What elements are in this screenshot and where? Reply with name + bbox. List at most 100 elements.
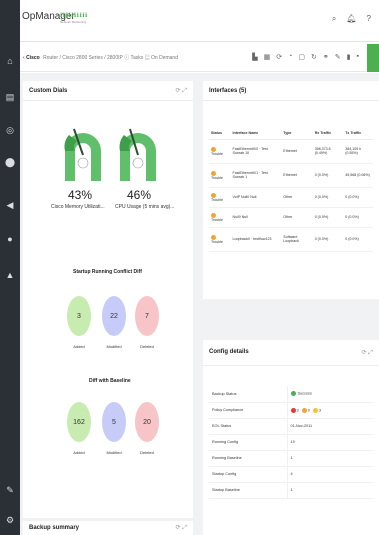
config-icon[interactable]: ▢ [298, 53, 305, 61]
home-icon[interactable]: ⌂ [5, 56, 15, 66]
tag-icon[interactable]: ◀ [5, 200, 15, 210]
bell-icon[interactable]: 🔔︎ [346, 14, 356, 24]
edit-icon[interactable]: ✎ [335, 53, 341, 61]
inventory-icon[interactable]: ▤ [5, 92, 15, 102]
timer-icon[interactable]: ◔ [288, 53, 292, 61]
config-row: Running Config 19 [209, 434, 373, 451]
tools-icon[interactable]: ✎ [5, 485, 15, 495]
column-header[interactable]: Interface Name [230, 127, 282, 140]
memory-gauge-value: 43% [68, 188, 93, 202]
brand-tag: ℹℹℹℹℹℹℹℹℹℹ [60, 13, 88, 19]
table-row[interactable]: Trouble Null0 Null Other 0 (0.0%) 0 (0.0… [209, 207, 373, 228]
panel-title: Custom Dials [29, 88, 68, 94]
table-row[interactable]: Trouble FastEthernet0/1 · Test Sunrab 1 … [209, 163, 373, 188]
config-value[interactable]: 1 [287, 450, 373, 467]
brand-subtitle: Network Monitoring [60, 20, 86, 24]
refresh-icon[interactable]: ↻ [311, 53, 317, 61]
config-details-table: Backup Status Success Policy Compliance … [209, 386, 373, 499]
status-cell: Trouble [209, 163, 231, 188]
config-label: Running Baseline [209, 450, 288, 467]
baseline-modified-count: 5 [102, 402, 126, 442]
chart-icon[interactable]: ▙ [252, 53, 257, 61]
column-header[interactable]: Rx Traffic [312, 127, 344, 140]
panel-controls[interactable]: ⟳ ⤢ [176, 524, 188, 532]
config-row: Backup Status Success [209, 386, 373, 403]
interface-type: Other [281, 187, 313, 208]
status-cell: Trouble [209, 207, 231, 228]
search-icon[interactable]: ⌕ [332, 14, 336, 24]
config-label: EOL Status [209, 418, 288, 435]
on-demand-link[interactable]: ▤ On Demand [145, 55, 178, 61]
config-row: Running Baseline 1 [209, 450, 373, 467]
startup-added-label: Added [73, 344, 85, 349]
config-label: Startup Config [209, 466, 288, 483]
add-widget-tab[interactable] [367, 44, 379, 72]
dashboard-canvas: Custom Dials ⟳ ⤢ 43% 46% Cisco Memory Ut… [20, 73, 379, 535]
column-header[interactable]: Type [281, 127, 313, 140]
panel-title: Backup summary [29, 525, 80, 531]
settings-icon[interactable]: ⚙ [5, 515, 15, 525]
baseline-added-count: 162 [67, 402, 91, 442]
config-value[interactable]: 19 [287, 434, 373, 451]
table-row[interactable]: Trouble FastEthernet0/0 · Test Sunrab 10… [209, 139, 373, 164]
tx-traffic: 384,109 k (0.55%) [343, 139, 373, 164]
tx-traffic: 49,568 (0.08%) [343, 163, 373, 188]
config-value[interactable]: 4 [287, 466, 373, 483]
interface-name[interactable]: FastEthernet0/1 · Test Sunrab 1 [230, 163, 282, 188]
help-icon[interactable]: ? [367, 14, 371, 24]
config-value[interactable]: 1 [287, 482, 373, 499]
config-label: Startup Baseline [209, 482, 288, 499]
tasks-link[interactable]: ⓘ Tasks [124, 55, 143, 61]
sync-icon[interactable]: ⟳ [276, 53, 282, 61]
device-name[interactable]: Cisco [26, 55, 40, 61]
map-pin-icon[interactable]: ⬤ [5, 157, 15, 167]
table-row[interactable]: Trouble Loopback0 · testflow123 Software… [209, 227, 373, 252]
violation-major-icon [301, 407, 307, 413]
tx-traffic: 0 (0.0%) [343, 187, 373, 208]
startup-modified-label: Modified [106, 344, 122, 349]
rx-traffic: 0 (0.0%) [312, 163, 344, 188]
chat-icon[interactable]: ● [5, 234, 15, 244]
link-icon[interactable]: ⚭ [323, 53, 329, 61]
policy-compliance-counts[interactable]: 3 0 3 [287, 402, 373, 419]
custom-dials-panel: Custom Dials ⟳ ⤢ 43% 46% Cisco Memory Ut… [23, 81, 193, 518]
interfaces-panel: Interfaces (5) Status Interface Name Typ… [203, 81, 379, 299]
interface-name[interactable]: Loopback0 · testflow123 [230, 227, 282, 252]
interface-type: Other [281, 207, 313, 228]
table-row[interactable]: Trouble VoIP Null0 Null Other 0 (0.0%) 0… [209, 187, 373, 208]
panel-title: Config details [209, 349, 249, 355]
more-icon[interactable]: ▪ [357, 53, 359, 61]
column-header[interactable]: Tx Traffic [343, 127, 373, 140]
cpu-gauge [119, 128, 156, 181]
user-icon[interactable]: ▲ [5, 270, 15, 280]
config-label: Policy Compliance [209, 402, 288, 419]
sidebar: ⌂ ▤ ◎ ⬤ ◀ ● ▲ ✎ ⚙ [0, 0, 20, 535]
interface-type: Software Loopback [281, 227, 313, 252]
tx-traffic: 0 (0.0%) [343, 207, 373, 228]
baseline-added-label: Added [73, 450, 85, 455]
startup-modified-count: 22 [102, 296, 126, 336]
rx-traffic: 398,373.6 (0.49%) [312, 139, 344, 164]
device-details: Router / Cisco 2800 Series / 2800IP [43, 55, 123, 61]
panel-controls[interactable]: ⟳ ⤢ [176, 87, 188, 95]
cpu-gauge-caption: CPU Usage (5 mins avg)... [115, 204, 175, 210]
success-icon [290, 391, 296, 397]
alarm-icon[interactable]: ◎ [5, 125, 15, 135]
interface-name[interactable]: Null0 Null [230, 207, 282, 228]
trash-icon[interactable]: ▮ [347, 53, 351, 61]
cpu-gauge-value: 46% [127, 188, 152, 202]
config-label: Running Config [209, 434, 288, 451]
column-header[interactable]: Status [209, 127, 231, 140]
config-row: Startup Baseline 1 [209, 482, 373, 499]
interface-name[interactable]: FastEthernet0/0 · Test Sunrab 10 [230, 139, 282, 164]
config-details-panel: Config details ⟳ ⤢ Backup Status Success… [203, 340, 379, 535]
rx-traffic: 0 (0.0%) [312, 227, 344, 252]
top-icons: ⌕ 🔔︎ ? [332, 14, 371, 24]
baseline-diff-title: Diff with Baseline [89, 378, 131, 384]
calendar-icon[interactable]: ▦ [264, 53, 271, 61]
panel-controls[interactable]: ⟳ ⤢ [362, 349, 374, 357]
tx-traffic: 0 (0.0%) [343, 227, 373, 252]
rx-traffic: 0 (0.0%) [312, 187, 344, 208]
interface-name[interactable]: VoIP Null0 Null [230, 187, 282, 208]
baseline-deleted-count: 20 [135, 402, 159, 442]
